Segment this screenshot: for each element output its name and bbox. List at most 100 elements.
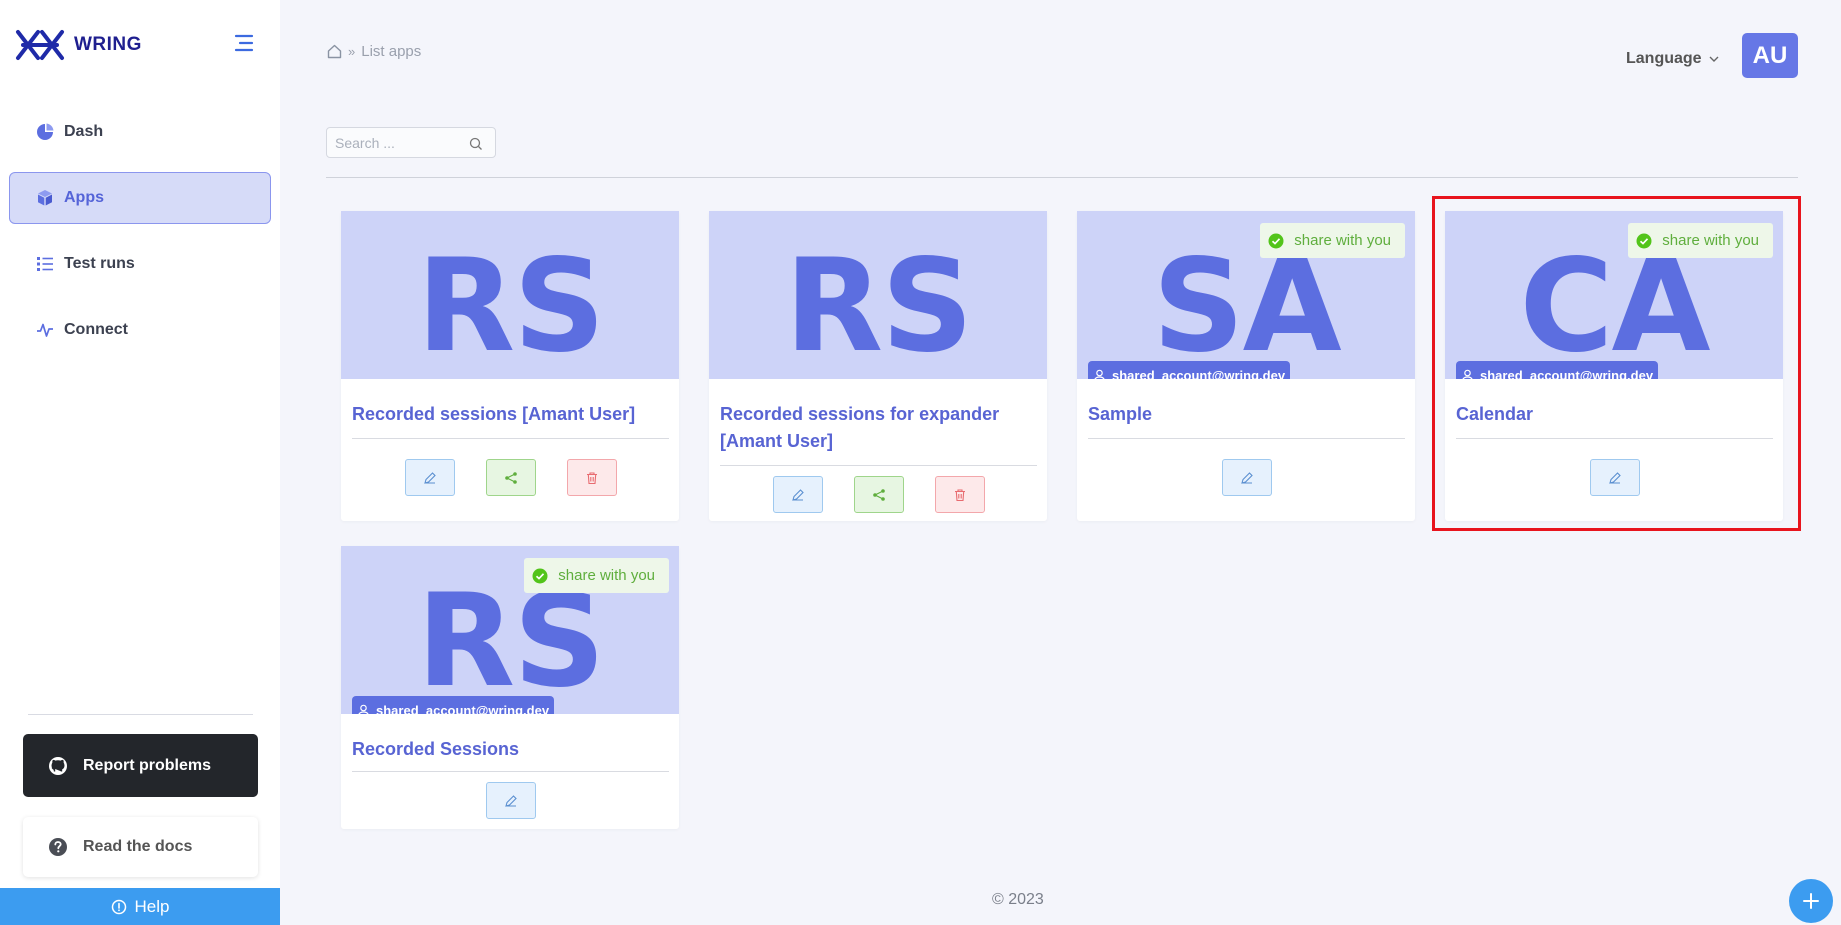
share-status-badge: share with you [524, 558, 669, 593]
info-circle-icon [111, 899, 126, 914]
activity-icon [37, 323, 53, 337]
edit-button[interactable] [772, 476, 823, 513]
check-circle-icon [532, 568, 548, 583]
card-actions [352, 772, 669, 829]
sidebar-item-label: Test runs [64, 255, 135, 272]
breadcrumb-separator-icon: » [348, 44, 356, 59]
chevron-down-icon [1709, 56, 1719, 62]
avatar[interactable]: AU [1742, 33, 1798, 78]
share-icon [872, 488, 885, 501]
app-title[interactable]: Sample [1088, 401, 1405, 428]
app-title[interactable]: Recorded sessions for expander [Amant Us… [720, 401, 1037, 455]
pencil-icon [1240, 471, 1253, 484]
breadcrumb: » List apps [327, 43, 421, 60]
search-box [326, 127, 496, 158]
content-divider [326, 177, 1798, 178]
app-initials: RS [416, 231, 606, 380]
owner-email: shared_account@wring.dev [1480, 367, 1654, 380]
copyright-footer: © 2023 [992, 891, 1044, 908]
pencil-icon [504, 794, 517, 807]
github-icon [49, 756, 67, 775]
edit-button[interactable] [1589, 459, 1640, 496]
app-card-banner[interactable]: SA share with you shared_account@wring.d… [1077, 211, 1415, 379]
sidebar-divider [28, 714, 253, 715]
app-initials: RS [784, 231, 974, 380]
pencil-icon [1608, 471, 1621, 484]
sidebar-item-apps[interactable]: Apps [9, 172, 271, 224]
sidebar-item-dash[interactable]: Dash [9, 106, 271, 158]
owner-email: shared_account@wring.dev [1112, 367, 1286, 380]
user-icon [1094, 369, 1105, 379]
wring-logo-icon [16, 30, 64, 60]
share-button[interactable] [485, 459, 536, 496]
delete-button[interactable] [934, 476, 985, 513]
delete-button[interactable] [566, 459, 617, 496]
plus-icon [1803, 893, 1819, 909]
share-status-label: share with you [1662, 232, 1759, 249]
check-circle-icon [1636, 233, 1652, 248]
language-dropdown[interactable]: Language [1626, 50, 1720, 68]
edit-button[interactable] [1221, 459, 1272, 496]
owner-tag: shared_account@wring.dev [352, 696, 555, 715]
sidebar-item-label: Dash [64, 123, 104, 140]
share-status-label: share with you [558, 567, 655, 584]
share-status-badge: share with you [1260, 223, 1405, 258]
read-docs-button[interactable]: Read the docs [23, 817, 258, 877]
trash-icon [954, 488, 965, 501]
sidebar-item-label: Connect [64, 321, 128, 338]
menu-toggle-icon[interactable] [232, 34, 254, 52]
app-card: SA share with you shared_account@wring.d… [1077, 211, 1415, 521]
read-docs-label: Read the docs [83, 838, 193, 855]
owner-email: shared_account@wring.dev [376, 702, 550, 715]
pie-chart-icon [37, 123, 54, 140]
app-card: CA share with you shared_account@wring.d… [1445, 211, 1783, 521]
share-button[interactable] [853, 476, 904, 513]
owner-tag: shared_account@wring.dev [1456, 361, 1659, 380]
app-title[interactable]: Recorded sessions [Amant User] [352, 401, 669, 428]
breadcrumb-current: List apps [361, 43, 422, 60]
app-card: RS Recorded sessions [Amant User] [341, 211, 679, 521]
home-icon[interactable] [327, 44, 342, 59]
app-card-banner[interactable]: RS share with you shared_account@wring.d… [341, 546, 679, 714]
language-label: Language [1626, 50, 1702, 67]
sidebar-item-connect[interactable]: Connect [9, 304, 271, 356]
user-icon [1462, 369, 1473, 379]
app-card: RS share with you shared_account@wring.d… [341, 546, 679, 829]
sidebar-nav: Dash Apps Test runs Connect [9, 106, 271, 370]
search-icon[interactable] [469, 137, 483, 151]
share-status-badge: share with you [1628, 223, 1773, 258]
user-icon [358, 704, 369, 714]
app-card-banner[interactable]: CA share with you shared_account@wring.d… [1445, 211, 1783, 379]
app-title[interactable]: Recorded Sessions [352, 736, 669, 763]
sidebar: WRING Dash Apps Test runs Connect Report… [0, 0, 280, 925]
report-problems-button[interactable]: Report problems [23, 734, 258, 797]
card-actions [352, 439, 669, 506]
card-actions [1456, 439, 1773, 506]
app-card-banner[interactable]: RS [709, 211, 1047, 379]
pencil-icon [423, 471, 436, 484]
card-actions [720, 466, 1037, 523]
report-problems-label: Report problems [83, 756, 212, 774]
app-name: WRING [74, 34, 142, 55]
app-title[interactable]: Calendar [1456, 401, 1773, 428]
edit-button[interactable] [404, 459, 455, 496]
search-input[interactable] [335, 134, 460, 151]
trash-icon [586, 471, 597, 484]
share-icon [504, 471, 517, 484]
app-card-banner[interactable]: RS [341, 211, 679, 379]
help-button[interactable]: Help [0, 888, 280, 925]
share-status-label: share with you [1294, 232, 1391, 249]
edit-button[interactable] [485, 782, 536, 819]
app-logo[interactable]: WRING [15, 28, 142, 62]
add-app-button[interactable] [1789, 879, 1833, 923]
question-circle-icon [49, 838, 67, 856]
pencil-icon [791, 488, 804, 501]
check-circle-icon [1268, 233, 1284, 248]
card-actions [1088, 439, 1405, 506]
owner-tag: shared_account@wring.dev [1088, 361, 1291, 380]
list-icon [37, 257, 53, 271]
sidebar-item-label: Apps [64, 189, 104, 206]
help-label: Help [134, 896, 170, 916]
sidebar-item-test-runs[interactable]: Test runs [9, 238, 271, 290]
app-card: RS Recorded sessions for expander [Amant… [709, 211, 1047, 521]
